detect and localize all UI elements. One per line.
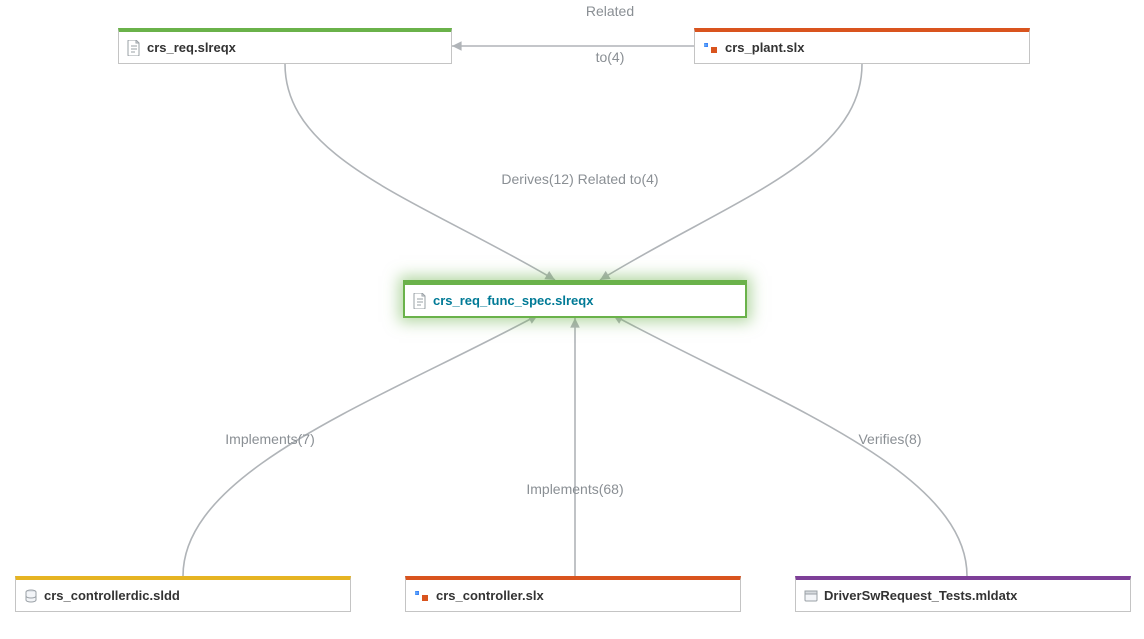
node-driver-sw-request-tests[interactable]: DriverSwRequest_Tests.mldatx <box>795 576 1131 612</box>
edge-label-related-1: Related <box>560 2 660 21</box>
edge-implements-7 <box>183 315 538 576</box>
test-file-icon <box>804 589 818 603</box>
database-icon <box>24 589 38 603</box>
node-crs-req[interactable]: crs_req.slreqx <box>118 28 452 64</box>
node-label: crs_plant.slx <box>725 40 805 55</box>
node-crs-controllerdic[interactable]: crs_controllerdic.sldd <box>15 576 351 612</box>
node-crs-plant[interactable]: crs_plant.slx <box>694 28 1030 64</box>
node-label: crs_controller.slx <box>436 588 544 603</box>
edge-label-related-2: to(4) <box>560 48 660 67</box>
edge-related-to-down <box>600 64 862 280</box>
traceability-diagram: { "nodes": { "req": { "label": "crs_req.… <box>0 0 1144 639</box>
simulink-model-icon <box>414 589 430 603</box>
node-label: crs_controllerdic.sldd <box>44 588 180 603</box>
edge-verifies-8 <box>613 315 967 576</box>
node-crs-req-func-spec[interactable]: crs_req_func_spec.slreqx <box>403 280 747 318</box>
node-label: crs_req_func_spec.slreqx <box>433 293 593 308</box>
edge-derives <box>285 64 555 280</box>
edges-layer <box>0 0 1144 639</box>
edge-label-implements7: Implements(7) <box>190 430 350 449</box>
node-crs-controller[interactable]: crs_controller.slx <box>405 576 741 612</box>
node-label: crs_req.slreqx <box>147 40 236 55</box>
edge-label-derives-related: Derives(12) Related to(4) <box>460 170 700 189</box>
node-label: DriverSwRequest_Tests.mldatx <box>824 588 1017 603</box>
document-icon <box>127 40 141 56</box>
edge-label-verifies8: Verifies(8) <box>810 430 970 449</box>
simulink-model-icon <box>703 41 719 55</box>
edge-label-implements68: Implements(68) <box>485 480 665 499</box>
document-icon <box>413 293 427 309</box>
